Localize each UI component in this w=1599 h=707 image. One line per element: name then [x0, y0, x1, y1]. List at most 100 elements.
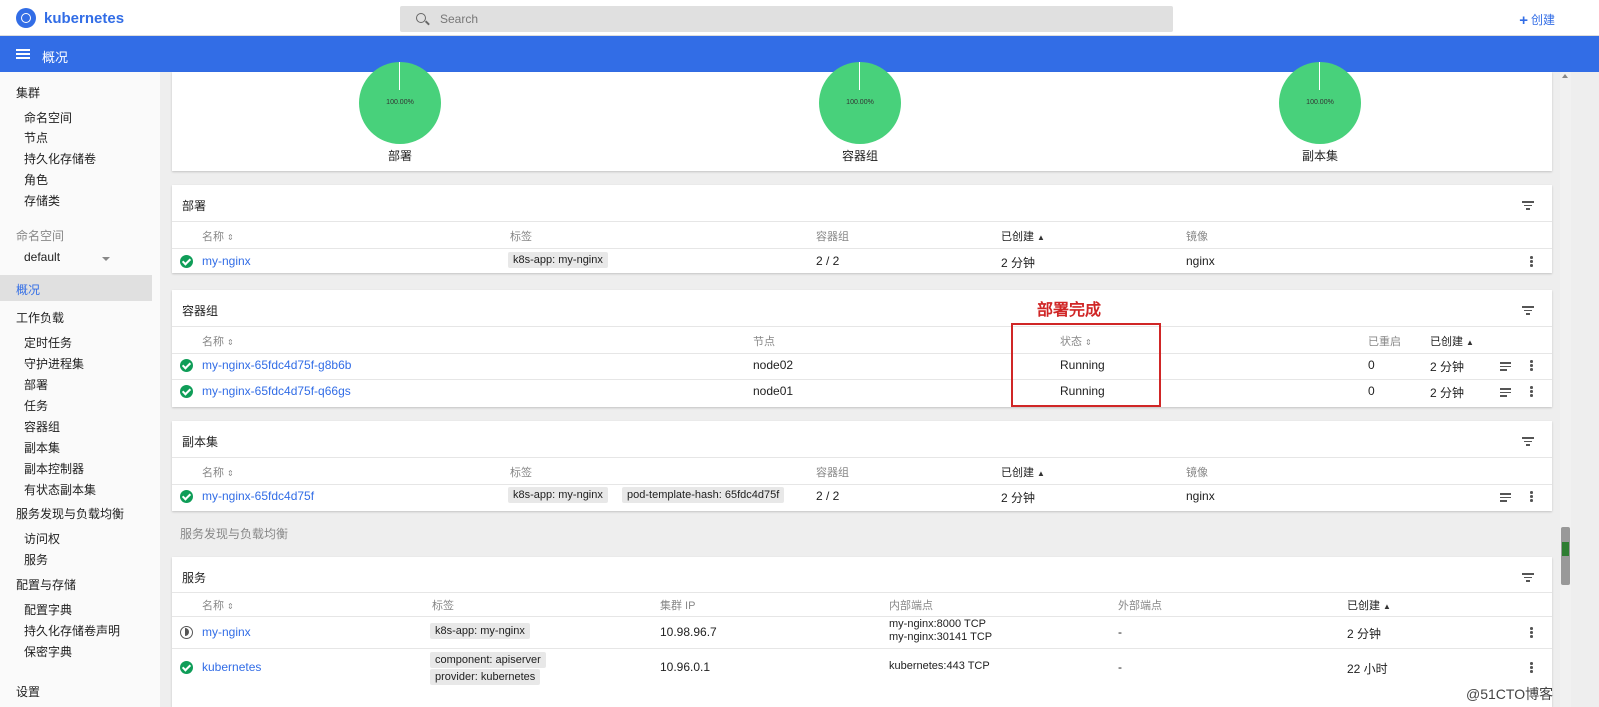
page-header: 概况 [0, 36, 1599, 72]
pods-count: 2 / 2 [816, 254, 840, 268]
menu-icon[interactable] [16, 49, 30, 59]
more-actions-icon[interactable] [1530, 386, 1533, 397]
filter-icon[interactable] [1522, 573, 1534, 582]
chart-label: 副本集 [1301, 149, 1338, 163]
filter-icon[interactable] [1522, 201, 1534, 210]
internal-endpoint: kubernetes:443 TCP [889, 660, 990, 672]
external-endpoint: - [1118, 625, 1122, 639]
annotation-text: 部署完成 [1037, 302, 1102, 319]
search-bar[interactable] [400, 6, 1173, 32]
node-name: node01 [753, 384, 794, 398]
sidebar-section-settings[interactable]: 设置 [16, 683, 40, 700]
restart-count: 0 [1368, 358, 1375, 372]
col-header-created[interactable]: 已创建 ▲ [1001, 228, 1045, 244]
card-title: 服务 [182, 571, 207, 585]
col-header-node: 节点 [753, 336, 775, 348]
cluster-ip: 10.96.0.1 [660, 660, 711, 674]
col-header-created[interactable]: 已创建 ▲ [1347, 597, 1391, 613]
logs-icon[interactable] [1500, 362, 1511, 371]
deployments-status-chart: 100.00% [359, 62, 441, 144]
sidebar-item-cronjobs[interactable]: 定时任务 [24, 334, 72, 351]
sidebar-item-statefulsets[interactable]: 有状态副本集 [24, 481, 96, 498]
sidebar-section-discovery[interactable]: 服务发现与负载均衡 [16, 505, 124, 522]
search-input[interactable] [440, 9, 1140, 29]
col-header-cluster-ip: 集群 IP [660, 600, 696, 612]
chart-percent: 100.00% [1306, 99, 1334, 106]
more-actions-icon[interactable] [1530, 491, 1533, 502]
col-header-external-endpoints: 外部端点 [1118, 600, 1162, 612]
divider [172, 221, 1552, 222]
pod-name-link[interactable]: my-nginx-65fdc4d75f-g8b6b [202, 358, 351, 372]
sidebar-item-namespaces[interactable]: 命名空间 [24, 109, 72, 126]
sidebar-item-replication-controllers[interactable]: 副本控制器 [24, 460, 84, 477]
logs-icon[interactable] [1500, 388, 1511, 397]
created-age: 22 小时 [1347, 662, 1388, 676]
sidebar-item-jobs[interactable]: 任务 [24, 397, 48, 414]
scroll-thumb[interactable] [1561, 527, 1570, 585]
sidebar-item-configmaps[interactable]: 配置字典 [24, 601, 72, 618]
namespace-select[interactable]: default [24, 250, 110, 266]
col-header-created[interactable]: 已创建 ▲ [1430, 333, 1474, 349]
sidebar: 集群 命名空间 节点 持久化存储卷 角色 存储类 命名空间 default 概况… [0, 72, 160, 707]
sidebar-item-overview[interactable]: 概况 [0, 275, 152, 301]
label-chip: k8s-app: my-nginx [508, 487, 608, 503]
sidebar-item-ingresses[interactable]: 访问权 [24, 530, 60, 547]
col-header-images: 镜像 [1186, 467, 1208, 479]
col-header-pods: 容器组 [816, 231, 849, 243]
sidebar-item-overview-label: 概况 [16, 283, 41, 297]
filter-icon[interactable] [1522, 306, 1534, 315]
sidebar-item-daemonsets[interactable]: 守护进程集 [24, 355, 84, 372]
col-header-created[interactable]: 已创建 ▲ [1001, 464, 1045, 480]
col-header-name[interactable]: 名称 ⇕ [202, 464, 234, 480]
col-header-images: 镜像 [1186, 231, 1208, 243]
status-pending-icon [180, 626, 193, 639]
card-title: 副本集 [182, 435, 219, 449]
chevron-down-icon [102, 257, 110, 261]
sidebar-item-persistent-volumes[interactable]: 持久化存储卷 [24, 150, 96, 167]
node-name: node02 [753, 358, 794, 372]
sidebar-item-pods[interactable]: 容器组 [24, 418, 60, 435]
more-actions-icon[interactable] [1530, 360, 1533, 371]
page-scrollbar[interactable] [1560, 72, 1571, 707]
internal-endpoint: my-nginx:30141 TCP [889, 631, 993, 643]
create-button[interactable]: + 创建 [1519, 11, 1555, 29]
col-header-name[interactable]: 名称 ⇕ [202, 597, 234, 613]
cluster-ip: 10.98.96.7 [660, 625, 717, 639]
col-header-name[interactable]: 名称 ⇕ [202, 333, 234, 349]
deployments-card: 部署 名称 ⇕ 标签 容器组 已创建 ▲ 镜像 my-nginx k8s-app: … [172, 185, 1552, 273]
col-header-pods: 容器组 [816, 467, 849, 479]
scroll-up-arrow-icon[interactable] [1562, 74, 1568, 78]
more-actions-icon[interactable] [1530, 256, 1533, 267]
created-age: 2 分钟 [1430, 360, 1465, 374]
col-header-name[interactable]: 名称 ⇕ [202, 228, 234, 244]
sidebar-section-cluster[interactable]: 集群 [16, 84, 40, 101]
watermark: @51CTO博客 [1466, 686, 1554, 702]
brand-logo[interactable]: kubernetes [16, 8, 124, 28]
service-name-link[interactable]: my-nginx [202, 625, 251, 639]
pod-name-link[interactable]: my-nginx-65fdc4d75f-q66gs [202, 384, 351, 398]
divider [172, 353, 1552, 354]
sidebar-item-secrets[interactable]: 保密字典 [24, 643, 72, 660]
replicaset-name-link[interactable]: my-nginx-65fdc4d75f [202, 489, 314, 503]
more-actions-icon[interactable] [1530, 627, 1533, 638]
logs-icon[interactable] [1500, 493, 1511, 502]
sidebar-item-storage-classes[interactable]: 存储类 [24, 192, 60, 209]
sidebar-item-replicasets[interactable]: 副本集 [24, 439, 60, 456]
service-name-link[interactable]: kubernetes [202, 660, 261, 674]
sidebar-item-deployments[interactable]: 部署 [24, 376, 48, 393]
sidebar-item-roles[interactable]: 角色 [24, 171, 48, 188]
sidebar-item-nodes[interactable]: 节点 [24, 129, 48, 146]
more-actions-icon[interactable] [1530, 662, 1533, 673]
divider [172, 592, 1552, 593]
status-ok-icon [180, 661, 193, 674]
sidebar-item-services[interactable]: 服务 [24, 551, 48, 568]
discovery-section-label: 服务发现与负载均衡 [180, 527, 289, 541]
created-age: 2 分钟 [1001, 256, 1036, 270]
sidebar-item-pvcs[interactable]: 持久化存储卷声明 [24, 622, 120, 639]
deployment-name-link[interactable]: my-nginx [202, 254, 251, 268]
divider [172, 484, 1552, 485]
sidebar-section-config[interactable]: 配置与存储 [16, 576, 76, 593]
filter-icon[interactable] [1522, 437, 1534, 446]
annotation-highlight-box [1011, 323, 1161, 407]
sidebar-section-workloads[interactable]: 工作负载 [16, 309, 64, 326]
